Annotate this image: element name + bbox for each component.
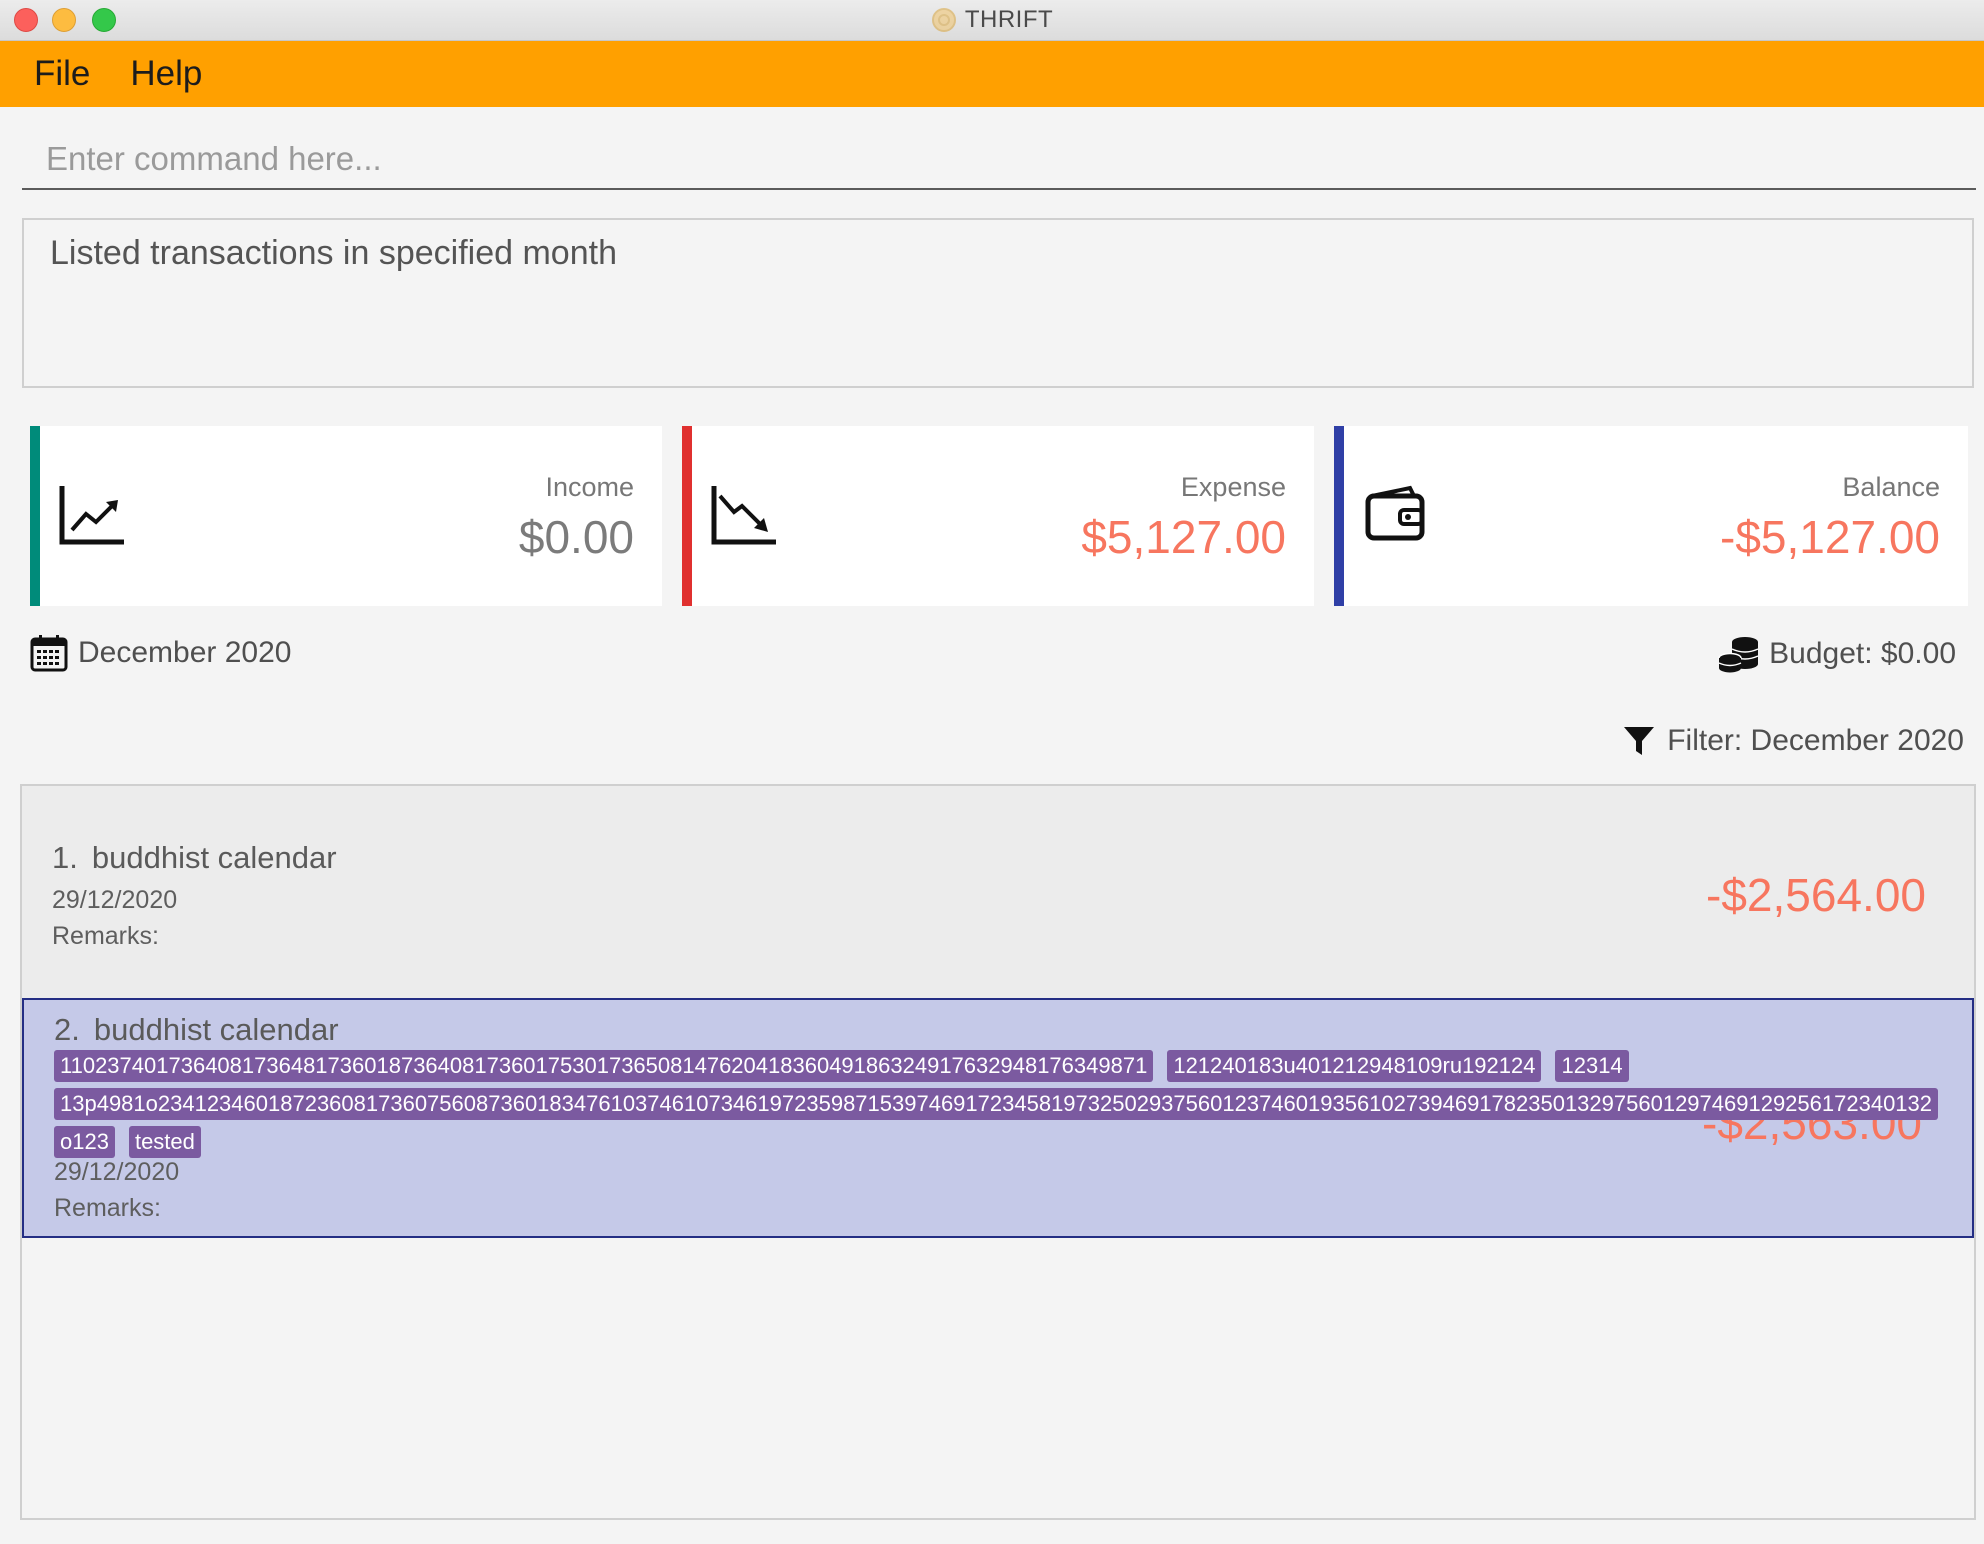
filter-display: Filter: December 2020 (1623, 724, 1964, 758)
balance-stripe (1334, 426, 1344, 606)
expense-label: Expense (1180, 472, 1286, 502)
filter-icon (1624, 727, 1655, 755)
tag-chip: 13p4981o23412346018723608173607560873601… (54, 1088, 1939, 1120)
menu-file[interactable]: File (34, 54, 90, 94)
balance-value: -$5,127.00 (1720, 511, 1940, 563)
expense-value: $5,127.00 (1081, 511, 1286, 563)
tag-chip: 121240183u401212948109ru192124 (1167, 1050, 1542, 1082)
tag-chip: 12314 (1555, 1050, 1629, 1082)
transaction-title: 2. buddhist calendar (54, 1012, 339, 1048)
menu-bar: File Help (0, 41, 1984, 107)
expense-stripe (682, 426, 692, 606)
trend-down-chart-icon (711, 486, 776, 545)
transaction-date: 29/12/2020 (52, 886, 178, 914)
app-logo-icon (931, 8, 956, 32)
result-display: Listed transactions in specified month (22, 218, 1974, 388)
transaction-row[interactable]: 1. buddhist calendar 29/12/2020 Remarks: … (22, 786, 1974, 998)
filter-label: Filter: December 2020 (1667, 724, 1964, 757)
result-message: Listed transactions in specified month (50, 234, 617, 272)
balance-card: Balance -$5,127.00 (1334, 426, 1968, 606)
budget-display: Budget: $0.00 (1717, 634, 1956, 674)
expense-card: Expense $5,127.00 (682, 426, 1314, 606)
transaction-list[interactable]: 1. buddhist calendar 29/12/2020 Remarks: … (20, 784, 1976, 1520)
transaction-title: 1. buddhist calendar (52, 840, 337, 876)
transaction-index: 1. (52, 840, 78, 875)
tag-line: 13p4981o23412346018723608173607560873601… (54, 1088, 1952, 1120)
income-card: Income $0.00 (30, 426, 662, 606)
window-titlebar: THRIFT (0, 0, 1984, 41)
wallet-icon (1365, 485, 1425, 541)
command-input[interactable] (22, 130, 1976, 190)
balance-label: Balance (1842, 472, 1940, 502)
transaction-remarks: Remarks: (52, 922, 159, 950)
transaction-index: 2. (54, 1012, 80, 1047)
menu-help[interactable]: Help (130, 54, 202, 94)
transaction-remarks: Remarks: (54, 1194, 161, 1222)
income-label: Income (545, 472, 634, 502)
transaction-description: buddhist calendar (91, 840, 337, 875)
tag-line: o123 tested (54, 1126, 215, 1158)
transaction-date: 29/12/2020 (54, 1158, 180, 1186)
income-value: $0.00 (518, 511, 634, 563)
tag-chip: o123 (54, 1126, 115, 1158)
budget-label: Budget: $0.00 (1769, 637, 1956, 670)
transaction-description: buddhist calendar (93, 1012, 339, 1047)
tag-chip: tested (128, 1126, 201, 1158)
transaction-row-selected[interactable]: 2. buddhist calendar 11023740173640817364… (22, 998, 1974, 1238)
tag-line: 1102374017364081736481736018736408173601… (54, 1050, 1643, 1082)
calendar-icon (30, 635, 68, 672)
trend-up-chart-icon (59, 486, 124, 545)
income-stripe (30, 426, 40, 606)
window-title: THRIFT (964, 6, 1054, 33)
month-label: December 2020 (78, 636, 292, 669)
transaction-amount: -$2,564.00 (1706, 869, 1926, 921)
current-month: December 2020 (30, 634, 291, 672)
tag-chip: 1102374017364081736481736018736408173601… (54, 1050, 1154, 1082)
coins-icon (1718, 637, 1759, 673)
